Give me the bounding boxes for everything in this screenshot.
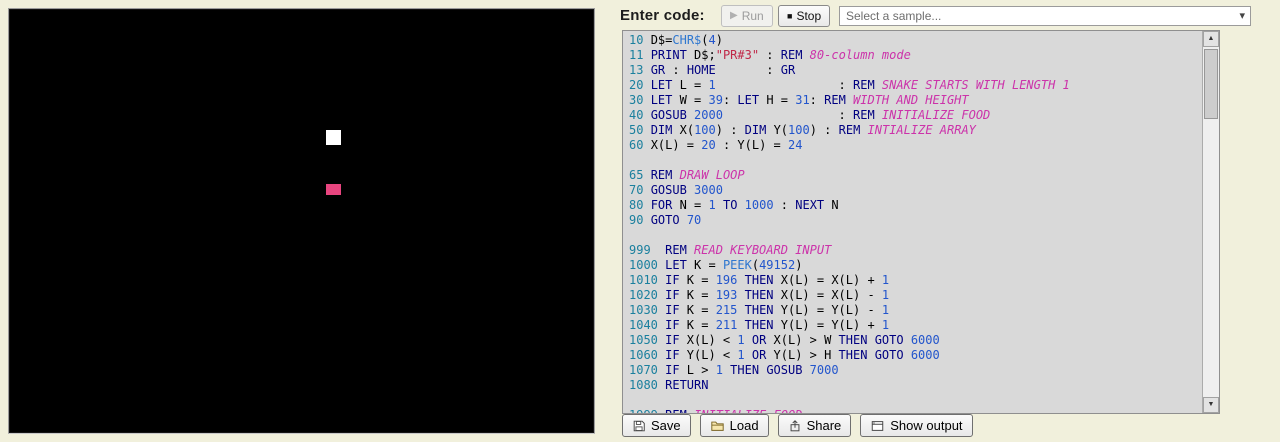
code-line: 70 GOSUB 3000 bbox=[629, 183, 1202, 198]
save-button[interactable]: Save bbox=[622, 414, 691, 437]
show-output-button[interactable]: Show output bbox=[860, 414, 972, 437]
code-line: 1999 REM INITIALIZE FOOD bbox=[629, 408, 1202, 413]
share-button[interactable]: Share bbox=[778, 414, 852, 437]
stop-icon: ■ bbox=[787, 12, 792, 21]
food-block bbox=[326, 184, 341, 195]
code-line: 1010 IF K = 196 THEN X(L) = X(L) + 1 bbox=[629, 273, 1202, 288]
folder-icon bbox=[710, 419, 725, 433]
code-line: 1080 RETURN bbox=[629, 378, 1202, 393]
code-editor[interactable]: 10 D$=CHR$(4)11 PRINT D$;"PR#3" : REM 80… bbox=[622, 30, 1220, 414]
enter-code-label: Enter code: bbox=[620, 7, 705, 24]
window-icon bbox=[870, 419, 885, 433]
code-line: 1000 LET K = PEEK(49152) bbox=[629, 258, 1202, 273]
code-line: 13 GR : HOME : GR bbox=[629, 63, 1202, 78]
emulator-screen-frame bbox=[8, 8, 595, 434]
code-line: 1020 IF K = 193 THEN X(L) = X(L) - 1 bbox=[629, 288, 1202, 303]
code-line: 50 DIM X(100) : DIM Y(100) : REM INTIALI… bbox=[629, 123, 1202, 138]
code-line: 1050 IF X(L) < 1 OR X(L) > W THEN GOTO 6… bbox=[629, 333, 1202, 348]
scroll-up-button[interactable]: ▲ bbox=[1203, 31, 1219, 47]
editor-scrollbar[interactable]: ▲ ▼ bbox=[1202, 31, 1219, 413]
scroll-down-button[interactable]: ▼ bbox=[1203, 397, 1219, 413]
show-output-button-label: Show output bbox=[890, 418, 962, 433]
load-button-label: Load bbox=[730, 418, 759, 433]
code-line: 90 GOTO 70 bbox=[629, 213, 1202, 228]
snake-block bbox=[326, 130, 341, 145]
code-line: 20 LET L = 1 : REM SNAKE STARTS WITH LEN… bbox=[629, 78, 1202, 93]
code-line bbox=[629, 393, 1202, 408]
code-line: 1040 IF K = 211 THEN Y(L) = Y(L) + 1 bbox=[629, 318, 1202, 333]
code-line: 30 LET W = 39: LET H = 31: REM WIDTH AND… bbox=[629, 93, 1202, 108]
code-line: 999 REM READ KEYBOARD INPUT bbox=[629, 243, 1202, 258]
code-line: 1070 IF L > 1 THEN GOSUB 7000 bbox=[629, 363, 1202, 378]
code-line: 40 GOSUB 2000 : REM INITIALIZE FOOD bbox=[629, 108, 1202, 123]
code-line bbox=[629, 153, 1202, 168]
load-button[interactable]: Load bbox=[700, 414, 769, 437]
code-line: 80 FOR N = 1 TO 1000 : NEXT N bbox=[629, 198, 1202, 213]
sample-select[interactable]: Select a sample... ▾ bbox=[839, 6, 1251, 26]
graphics-display[interactable] bbox=[10, 10, 593, 432]
sample-select-value: Select a sample... bbox=[846, 9, 941, 23]
code-line: 10 D$=CHR$(4) bbox=[629, 33, 1202, 48]
run-button-label: Run bbox=[742, 9, 764, 23]
chevron-down-icon: ▾ bbox=[1239, 8, 1245, 24]
code-content[interactable]: 10 D$=CHR$(4)11 PRINT D$;"PR#3" : REM 80… bbox=[623, 31, 1202, 413]
share-button-label: Share bbox=[807, 418, 842, 433]
code-line: 65 REM DRAW LOOP bbox=[629, 168, 1202, 183]
share-icon bbox=[788, 419, 802, 433]
stop-button-label: Stop bbox=[796, 9, 821, 23]
scrollbar-thumb[interactable] bbox=[1204, 49, 1218, 119]
play-icon: ▶ bbox=[730, 11, 738, 21]
code-line: 11 PRINT D$;"PR#3" : REM 80-column mode bbox=[629, 48, 1202, 63]
code-line: 60 X(L) = 20 : Y(L) = 24 bbox=[629, 138, 1202, 153]
save-button-label: Save bbox=[651, 418, 681, 433]
code-line bbox=[629, 228, 1202, 243]
code-line: 1030 IF K = 215 THEN Y(L) = Y(L) - 1 bbox=[629, 303, 1202, 318]
stop-button[interactable]: ■ Stop bbox=[778, 5, 830, 27]
floppy-icon bbox=[632, 419, 646, 433]
code-line: 1060 IF Y(L) < 1 OR Y(L) > H THEN GOTO 6… bbox=[629, 348, 1202, 363]
editor-actions: Save Load Share Show output bbox=[622, 414, 973, 437]
run-button[interactable]: ▶ Run bbox=[721, 5, 773, 27]
